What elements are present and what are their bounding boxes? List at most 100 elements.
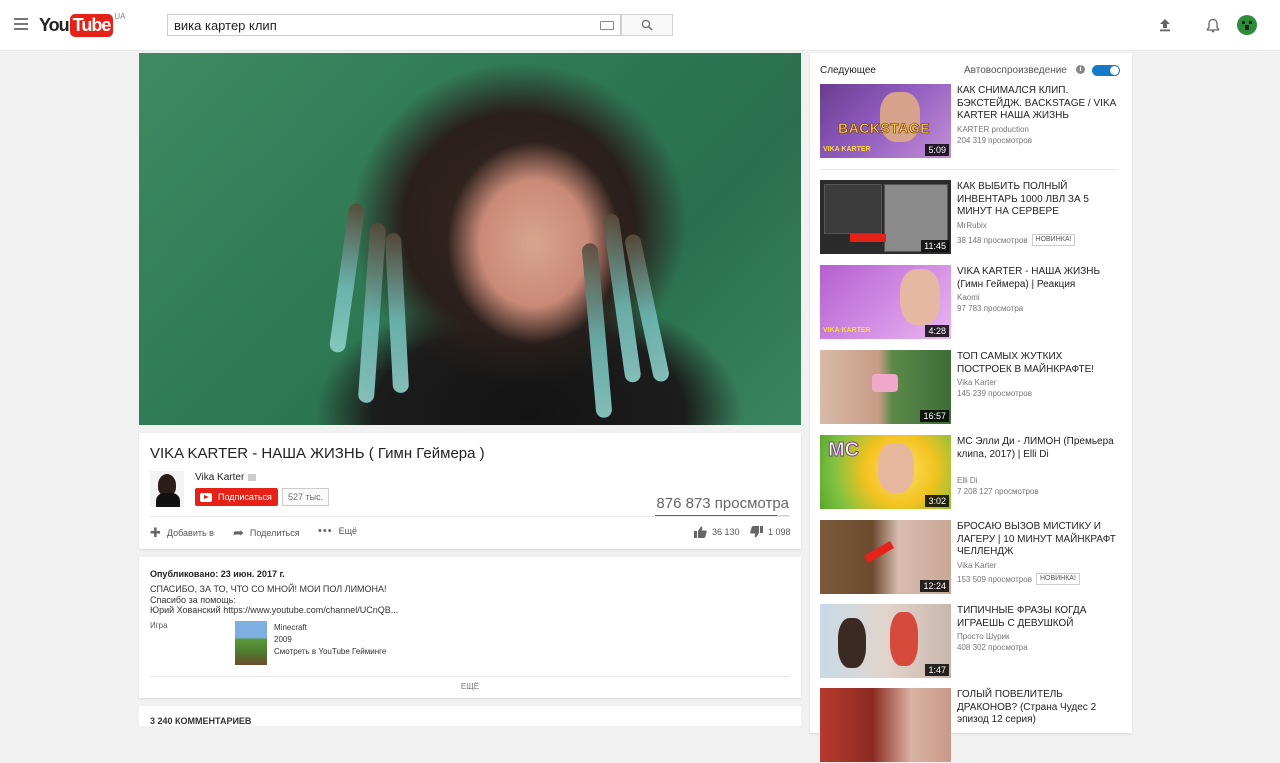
thumbnail-caption: VIKA KARTER [823, 146, 871, 153]
view-count-text: 97 783 просмотра [957, 304, 1024, 313]
recommended-video[interactable]: ГОЛЫЙ ПОВЕЛИТЕЛЬ ДРАКОНОВ? (Страна Чудес… [820, 688, 1120, 763]
view-count: 97 783 просмотра [957, 304, 1023, 313]
channel-name-text: Vika Karter [195, 472, 245, 483]
logo-you: You [39, 14, 70, 35]
info-icon[interactable]: i [1076, 65, 1085, 74]
view-count: 145 239 просмотров [957, 389, 1032, 398]
thumbnail-text: MC [827, 439, 860, 462]
youtube-logo[interactable]: You Tube UA [39, 12, 126, 37]
channel-name[interactable]: Vika Karter [195, 472, 257, 483]
subscribe-button[interactable]: Подписаться [195, 488, 278, 506]
thumbnail-face [878, 443, 914, 493]
thumbnail-caption: VIKA KARTER [823, 327, 871, 334]
channel-name: KARTER production [957, 125, 1029, 134]
video-thumbnail: 1:47 [820, 604, 951, 678]
new-badge: НОВИНКА! [1035, 573, 1080, 585]
description-line: Спасибо за помощь: [150, 595, 236, 605]
youtube-play-icon [200, 492, 212, 502]
more-dots-icon: ••• [318, 525, 333, 537]
view-count-text: 7 208 127 просмотров [957, 487, 1039, 496]
thumbnail-face [900, 269, 940, 325]
view-count-text: 204 319 просмотров [957, 136, 1032, 145]
bell-icon [1206, 18, 1220, 32]
video-title: ГОЛЫЙ ПОВЕЛИТЕЛЬ ДРАКОНОВ? (Страна Чудес… [957, 689, 1097, 725]
game-info: Minecraft 2009 Смотреть в YouTube Геймин… [274, 622, 386, 658]
account-avatar[interactable] [1237, 15, 1257, 35]
verified-icon [248, 473, 257, 481]
video-frame-detail [328, 202, 366, 354]
search-query: вика картер клип [174, 18, 277, 33]
video-duration: 1:47 [925, 664, 949, 676]
like-count: 36 130 [712, 527, 740, 537]
video-player[interactable] [139, 53, 801, 425]
view-count: 153 509 просмотров НОВИНКА! [957, 573, 1080, 585]
search-icon [641, 19, 653, 31]
view-count: 38 148 просмотров НОВИНКА! [957, 234, 1076, 246]
recommended-video[interactable]: BACKSTAGE VIKA KARTER 5:09 КАК СНИМАЛСЯ … [820, 84, 1120, 159]
view-count: 7 208 127 просмотров [957, 487, 1039, 496]
view-count: 204 319 просмотров [957, 136, 1032, 145]
publish-date: Опубликовано: 23 июн. 2017 г. [150, 569, 285, 579]
add-to-button[interactable]: ✚ Добавить в [150, 525, 214, 541]
recommended-video[interactable]: 12:24 БРОСАЮ ВЫЗОВ МИСТИКУ И ЛАГЕРУ | 10… [820, 520, 1120, 595]
thumbs-up-icon [694, 526, 707, 538]
thumbnail-pig [872, 374, 898, 392]
game-name[interactable]: Minecraft [274, 622, 386, 634]
video-title: ТОП САМЫХ ЖУТКИХ ПОСТРОЕК В МАЙНКРАФТЕ! [957, 351, 1095, 375]
subscriber-count: 527 тыс. [282, 488, 330, 506]
logo-tube: Tube [69, 13, 114, 37]
channel-name: Vika Karter [957, 378, 997, 387]
view-count-text: 145 239 просмотров [957, 389, 1032, 398]
view-count-text: 38 148 просмотров [957, 235, 1028, 245]
description-link[interactable]: Юрий Хованский https://www.youtube.com/c… [150, 605, 398, 615]
video-title: VIKA KARTER - НАША ЖИЗНЬ (Гимн Геймера) … [957, 266, 1101, 290]
video-duration: 12:24 [920, 580, 949, 592]
recommended-video[interactable]: 1:47 ТИПИЧНЫЕ ФРАЗЫ КОГДА ИГРАЕШЬ С ДЕВУ… [820, 604, 1120, 679]
video-title: БРОСАЮ ВЫЗОВ МИСТИКУ И ЛАГЕРУ | 10 МИНУТ… [957, 521, 1116, 557]
autoplay-label: Автовоспроизведение [964, 65, 1067, 76]
logo-region: UA [114, 12, 126, 21]
game-thumbnail[interactable] [235, 621, 267, 665]
recommended-video[interactable]: VIKA KARTER 4:28 VIKA KARTER - НАША ЖИЗН… [820, 265, 1120, 340]
add-to-label: Добавить в [166, 528, 214, 538]
view-count: 408 302 просмотра [957, 643, 1028, 652]
channel-name: Vika Karter [957, 561, 997, 570]
keyboard-icon[interactable] [600, 21, 614, 30]
channel-avatar[interactable] [150, 471, 184, 507]
new-badge: НОВИНКА! [1031, 234, 1076, 246]
thumbs-down-icon [750, 526, 763, 538]
notifications-button[interactable] [1202, 14, 1224, 36]
recommended-video[interactable]: 16:57 ТОП САМЫХ ЖУТКИХ ПОСТРОЕК В МАЙНКР… [820, 350, 1120, 425]
video-title: ТИПИЧНЫЕ ФРАЗЫ КОГДА ИГРАЕШЬ С ДЕВУШКОЙ [957, 605, 1087, 629]
video-duration: 3:02 [925, 495, 949, 507]
channel-name: MrRubix [957, 221, 987, 230]
search-input[interactable]: вика картер клип [167, 14, 621, 36]
video-frame-detail [357, 222, 387, 404]
autoplay-toggle[interactable] [1092, 65, 1120, 76]
video-frame-detail [581, 242, 613, 419]
show-more-button[interactable]: ЕЩЁ [139, 682, 801, 691]
like-button[interactable]: 36 130 [694, 526, 740, 538]
gaming-link[interactable]: Смотреть в YouTube Гейминге [274, 646, 386, 658]
video-info: VIKA KARTER - НАША ЖИЗНЬ ( Гимн Геймера … [139, 433, 801, 549]
dislike-button[interactable]: 1 098 [750, 526, 791, 538]
video-thumbnail: MC 3:02 [820, 435, 951, 509]
video-frame-detail [384, 232, 410, 394]
recommended-video[interactable]: MC 3:02 MC Элли Ди - ЛИМОН (Премьера кли… [820, 435, 1120, 510]
video-thumbnail: 16:57 [820, 350, 951, 424]
upload-button[interactable] [1154, 14, 1176, 36]
search-button[interactable] [621, 14, 673, 36]
share-button[interactable]: ➦ Поделиться [233, 525, 300, 541]
up-next-label: Следующее [820, 65, 876, 76]
recommended-video[interactable]: 11:45 КАК ВЫБИТЬ ПОЛНЫЙ ИНВЕНТАРЬ 1000 Л… [820, 180, 1120, 255]
view-count: 876 873 просмотра [656, 495, 789, 512]
channel-name: Elli Di [957, 476, 978, 485]
video-thumbnail: 11:45 [820, 180, 951, 254]
thumbnail-person [890, 612, 918, 666]
more-actions-button[interactable]: ••• Ещё [318, 525, 357, 537]
video-title: КАК ВЫБИТЬ ПОЛНЫЙ ИНВЕНТАРЬ 1000 ЛВЛ ЗА … [957, 181, 1089, 217]
guide-menu-button[interactable] [14, 18, 28, 30]
channel-name: Просто Шурик [957, 632, 1010, 641]
description-line: СПАСИБО, ЗА ТО, ЧТО СО МНОЙ! МОИ ПОЛ ЛИМ… [150, 584, 387, 594]
view-count-text: 408 302 просмотра [957, 643, 1028, 652]
